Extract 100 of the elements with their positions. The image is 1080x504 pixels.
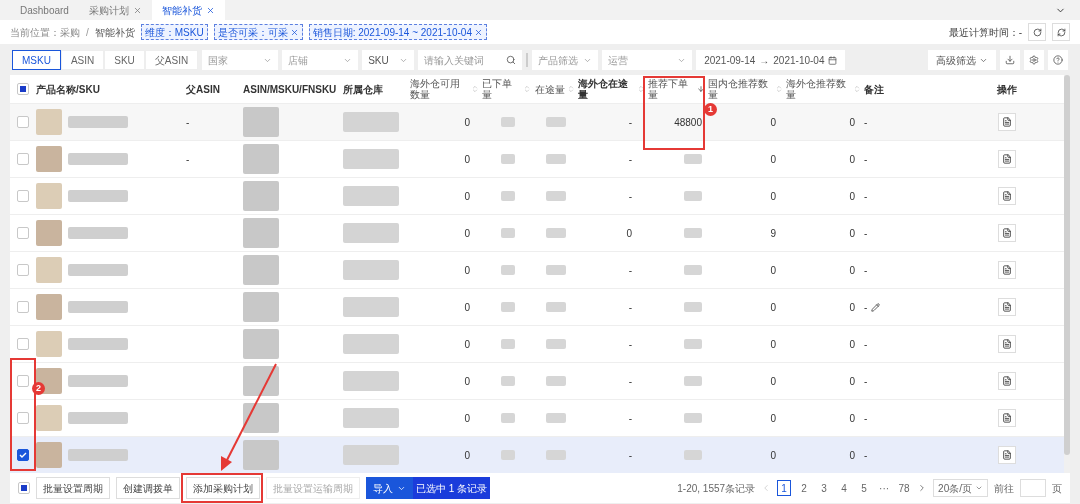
close-icon[interactable] — [132, 5, 142, 15]
edit-icon[interactable] — [871, 302, 881, 312]
help-button[interactable] — [1048, 50, 1068, 70]
filter-tag[interactable]: 是否可采：可采 — [213, 24, 303, 40]
detail-button[interactable] — [997, 224, 1016, 242]
refresh-button[interactable] — [1052, 23, 1070, 41]
page-button[interactable]: 78 — [897, 480, 912, 496]
table-row[interactable]: 0 - 0 0 - — [10, 436, 1064, 473]
detail-button[interactable] — [997, 409, 1016, 427]
refresh-icon — [1056, 27, 1066, 37]
action-button[interactable]: 批量设置周期 — [36, 477, 110, 499]
help-icon — [1053, 55, 1063, 65]
select-field[interactable]: SKU — [362, 50, 415, 70]
page-button[interactable]: 5 — [857, 480, 872, 496]
close-icon[interactable] — [473, 27, 483, 37]
detail-button[interactable] — [997, 113, 1016, 131]
table-cell-text: 0 — [770, 300, 776, 315]
dimension-tab[interactable]: MSKU — [12, 50, 61, 70]
table-row[interactable]: 0 0 9 0 - — [10, 214, 1064, 251]
redacted-block — [684, 191, 702, 201]
detail-button[interactable] — [997, 446, 1016, 464]
goto-label: 前往 — [994, 481, 1014, 496]
detail-button[interactable] — [997, 150, 1016, 168]
table-cell-text: 9 — [770, 226, 776, 241]
table-row[interactable]: 0 - 0 0 - — [10, 288, 1064, 325]
document-icon — [1001, 154, 1012, 164]
table-cell-text: 0 — [849, 226, 855, 241]
checkbox[interactable] — [17, 449, 29, 461]
sort-icon[interactable] — [697, 85, 705, 93]
detail-button[interactable] — [997, 261, 1016, 279]
redacted-block — [684, 228, 702, 238]
action-button[interactable]: 添加采购计划 — [186, 477, 260, 499]
table-cell-text: - — [864, 374, 868, 389]
dimension-tab[interactable]: ASIN — [60, 50, 105, 70]
detail-button[interactable] — [997, 187, 1016, 205]
column-header: 海外仓推荐数量 — [786, 78, 847, 100]
redacted-block — [36, 183, 62, 209]
table-cell-text: 0 — [464, 115, 470, 130]
table-cell-text: - — [628, 115, 632, 130]
redacted-block — [68, 227, 128, 239]
table-cell-text: 0 — [770, 448, 776, 463]
column-header: 推荐下单量 — [648, 78, 689, 100]
table-cell-text: 0 — [464, 448, 470, 463]
table-cell-text: - — [864, 226, 868, 241]
breadcrumb-separator: / — [86, 25, 89, 40]
action-button[interactable]: 创建调拨单 — [116, 477, 180, 499]
detail-button[interactable] — [997, 298, 1016, 316]
table-cell-text: 0 — [849, 448, 855, 463]
table-cell-text: 0 — [849, 337, 855, 352]
table-cell-text: - — [628, 337, 632, 352]
table-cell: - — [186, 116, 190, 128]
redacted-block — [243, 255, 279, 285]
last-calc-time: 最近计算时间：- — [948, 25, 1022, 40]
date-range-field[interactable]: 2021-09-14 → 2021-10-04 — [696, 50, 846, 70]
tab[interactable]: Dashboard — [10, 0, 79, 20]
page-size-select[interactable]: 20条/页 — [933, 479, 988, 497]
settings-button[interactable] — [1024, 50, 1044, 70]
table-cell-text: 0 — [770, 337, 776, 352]
tab[interactable]: 采购计划 — [78, 0, 152, 20]
page-button[interactable]: 3 — [817, 480, 832, 496]
table-cell-text: - — [864, 189, 868, 204]
download-button[interactable] — [1000, 50, 1020, 70]
search-icon[interactable] — [506, 55, 517, 65]
tab[interactable]: 智能补货 — [151, 0, 225, 20]
detail-button[interactable] — [997, 372, 1016, 390]
page-button[interactable]: 1 — [777, 480, 792, 496]
close-icon[interactable] — [289, 27, 299, 37]
redacted-block — [546, 228, 566, 238]
filter-tag[interactable]: 销售日期: 2021-09-14 ~ 2021-10-04 — [308, 24, 487, 40]
page-button[interactable]: 4 — [837, 480, 852, 496]
page-button[interactable]: ··· — [877, 480, 892, 496]
redacted-block — [501, 339, 515, 349]
detail-button[interactable] — [997, 335, 1016, 353]
redacted-block — [36, 294, 62, 320]
table-cell-text: - — [864, 263, 868, 278]
redacted-block — [343, 149, 399, 169]
page-button[interactable]: 2 — [797, 480, 812, 496]
redacted-block — [546, 117, 566, 127]
redacted-block — [68, 153, 128, 165]
document-icon — [1001, 339, 1012, 349]
column-header: 国内仓推荐数量 — [708, 78, 769, 100]
sort-icon[interactable] — [637, 85, 645, 93]
redacted-block — [684, 450, 702, 460]
table-row[interactable]: - 0 - 0 0 - — [10, 140, 1064, 177]
table-row[interactable]: 0 - 0 0 - — [10, 251, 1064, 288]
page-input[interactable] — [1020, 479, 1046, 497]
column-header: 操作 — [996, 83, 1017, 95]
action-button[interactable]: 导入 — [366, 477, 413, 499]
close-icon[interactable] — [205, 5, 215, 15]
table-row[interactable]: 0 - 0 0 - — [10, 325, 1064, 362]
advanced-filter-button[interactable]: 高级筛选 — [928, 50, 996, 70]
filter-tag[interactable]: 维度：MSKU — [140, 24, 208, 40]
dimension-tab[interactable]: SKU — [104, 50, 145, 70]
dimension-tab[interactable]: 父ASIN — [144, 50, 199, 70]
table-row[interactable]: 0 - 0 0 - — [10, 177, 1064, 214]
redacted-block — [546, 191, 566, 201]
redacted-block — [343, 260, 399, 280]
breadcrumb-item[interactable]: 当前位置：采购 — [10, 24, 80, 40]
undo-button[interactable] — [1028, 23, 1046, 41]
scrollbar[interactable] — [1064, 75, 1070, 473]
